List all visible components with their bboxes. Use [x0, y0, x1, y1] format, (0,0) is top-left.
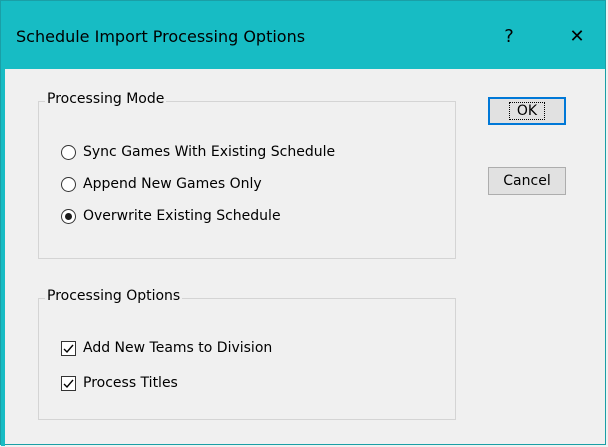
checkbox-add-new-teams[interactable]: Add New Teams to Division	[61, 340, 272, 356]
dialog-title: Schedule Import Processing Options	[16, 27, 306, 46]
ok-button-label: OK	[508, 102, 546, 120]
radio-overwrite-schedule[interactable]: Overwrite Existing Schedule	[61, 208, 281, 224]
ok-button[interactable]: OK	[488, 97, 566, 125]
radio-label: Overwrite Existing Schedule	[83, 208, 281, 224]
cancel-button-label: Cancel	[503, 173, 551, 189]
checkbox-label: Add New Teams to Division	[83, 340, 273, 356]
checkbox-checked-icon	[61, 340, 76, 356]
cancel-button[interactable]: Cancel	[488, 167, 566, 195]
radio-label: Append New Games Only	[83, 176, 262, 192]
title-bar: Schedule Import Processing Options ? ✕	[1, 1, 605, 69]
checkbox-process-titles[interactable]: Process Titles	[61, 375, 178, 391]
help-icon[interactable]: ?	[489, 19, 529, 53]
processing-options-legend: Processing Options	[45, 288, 183, 304]
processing-mode-legend: Processing Mode	[45, 91, 167, 107]
radio-append-new-games[interactable]: Append New Games Only	[61, 176, 262, 192]
radio-button-selected-icon	[61, 208, 76, 224]
radio-button-icon	[61, 176, 76, 192]
window-left-edge	[1, 69, 5, 446]
checkbox-checked-icon	[61, 375, 76, 391]
radio-label: Sync Games With Existing Schedule	[83, 144, 336, 160]
radio-sync-games[interactable]: Sync Games With Existing Schedule	[61, 144, 335, 160]
dialog-window: Schedule Import Processing Options ? ✕ P…	[0, 0, 606, 446]
radio-button-icon	[61, 144, 76, 160]
close-icon[interactable]: ✕	[557, 19, 597, 53]
checkbox-label: Process Titles	[83, 375, 178, 391]
processing-options-group: Processing Options	[38, 288, 456, 420]
